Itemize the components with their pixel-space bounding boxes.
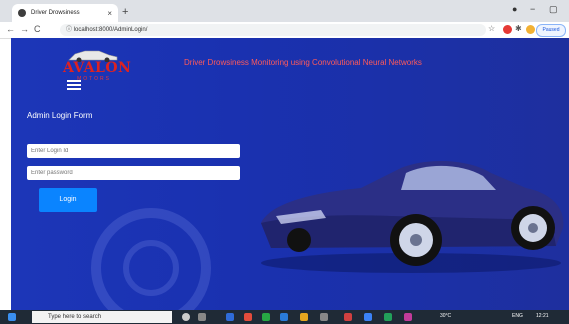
favicon-icon xyxy=(18,9,26,17)
tab-driver-drowsiness[interactable]: Driver Drowsiness × xyxy=(12,4,118,22)
file-explorer-icon[interactable] xyxy=(300,313,308,321)
tab-title: Driver Drowsiness xyxy=(31,10,80,16)
taskbar-search[interactable]: Type here to search xyxy=(32,311,172,323)
language-indicator[interactable]: ENG xyxy=(512,313,523,319)
info-icon: ⓘ xyxy=(66,27,74,33)
form-title: Admin Login Form xyxy=(27,111,93,120)
app-icon-blue[interactable] xyxy=(364,313,372,321)
weather-text[interactable]: 30°C xyxy=(440,313,451,319)
browser-toolbar: ← → C ⓘ localhost:8000/AdminLogin/ ☆ ✱ P… xyxy=(0,22,569,39)
page-title: Driver Drowsiness Monitoring using Convo… xyxy=(184,58,422,67)
windows-taskbar: Type here to search 30°C ENG 12:21 xyxy=(0,310,569,324)
browser-tab-strip: Driver Drowsiness × + ● − ▢ xyxy=(0,0,569,22)
star-icon[interactable]: ☆ xyxy=(488,24,495,33)
url-text: localhost:8000/AdminLogin/ xyxy=(73,27,148,33)
app-icon-red[interactable] xyxy=(344,313,352,321)
app-icon-purple[interactable] xyxy=(404,313,412,321)
reload-icon[interactable]: C xyxy=(34,24,41,34)
cortana-icon[interactable] xyxy=(182,313,190,321)
forward-icon[interactable]: → xyxy=(20,24,29,34)
menu-icon[interactable] xyxy=(67,80,81,92)
background-wheel-art xyxy=(91,208,211,310)
extension-icon[interactable] xyxy=(503,25,512,34)
clock-time[interactable]: 12:21 xyxy=(536,313,549,319)
app-icon-green[interactable] xyxy=(262,313,270,321)
profile-avatar[interactable] xyxy=(526,25,535,34)
minimize-button[interactable]: − xyxy=(530,4,535,14)
new-tab-button[interactable]: + xyxy=(122,6,128,18)
chrome-icon[interactable] xyxy=(244,313,252,321)
tab-close-icon[interactable]: × xyxy=(107,9,112,18)
maximize-button[interactable]: ▢ xyxy=(549,4,558,15)
taskbar-search-text: Type here to search xyxy=(48,314,102,320)
puzzle-icon[interactable]: ✱ xyxy=(515,24,522,33)
page-content: AVALON MOTORS Driver Drowsiness Monitori… xyxy=(11,38,569,310)
account-icon[interactable]: ● xyxy=(512,4,517,14)
back-icon[interactable]: ← xyxy=(6,24,15,34)
password-input[interactable] xyxy=(27,166,240,180)
logo-brand: AVALON xyxy=(63,60,132,76)
sports-car-image xyxy=(261,161,564,273)
vscode-icon[interactable] xyxy=(280,313,288,321)
edge-icon[interactable] xyxy=(226,313,234,321)
app-icon-teal[interactable] xyxy=(384,313,392,321)
paused-badge[interactable]: Paused xyxy=(536,24,566,37)
login-id-input[interactable] xyxy=(27,144,240,158)
task-view-icon[interactable] xyxy=(198,313,206,321)
windows-start-icon[interactable] xyxy=(8,313,16,321)
app-icon-gray[interactable] xyxy=(320,313,328,321)
address-bar[interactable]: ⓘ localhost:8000/AdminLogin/ xyxy=(60,24,486,36)
